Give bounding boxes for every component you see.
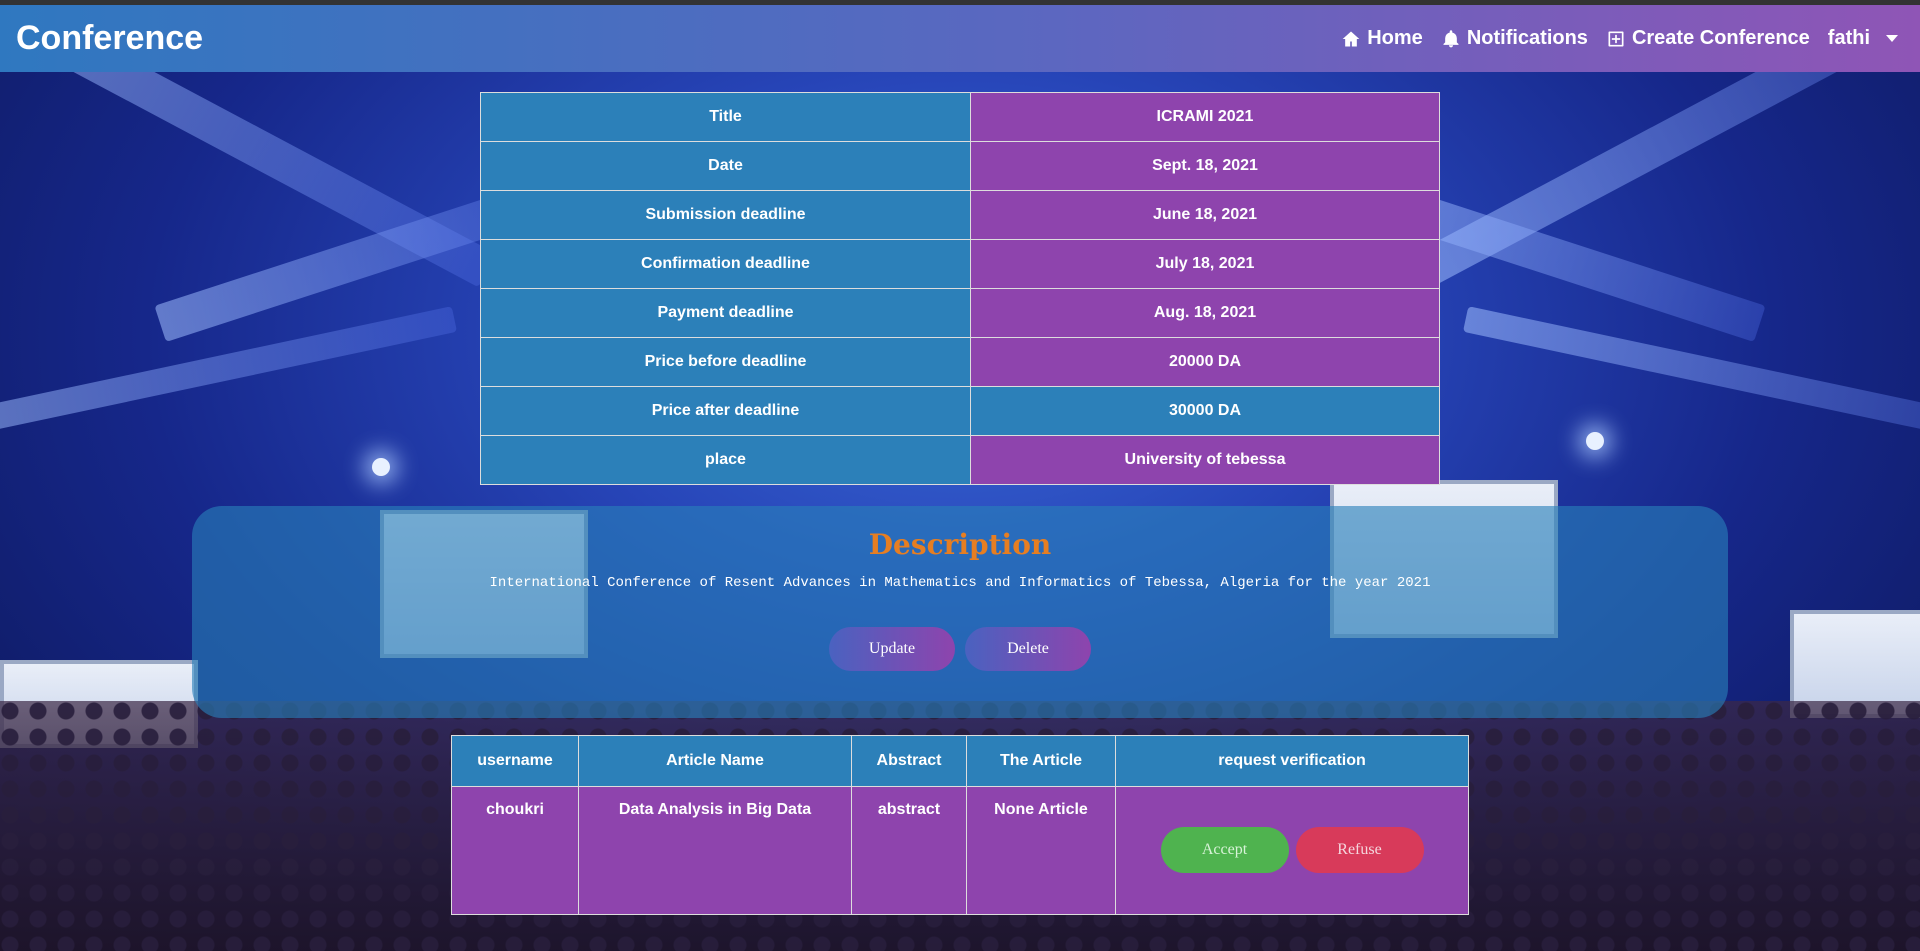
details-row-payment-deadline: Payment deadline Aug. 18, 2021 (480, 288, 1440, 338)
details-row-confirmation-deadline: Confirmation deadline July 18, 2021 (480, 239, 1440, 289)
details-label: Title (480, 92, 971, 142)
details-label: Payment deadline (480, 288, 971, 338)
update-button[interactable]: Update (829, 627, 955, 671)
details-row-submission-deadline: Submission deadline June 18, 2021 (480, 190, 1440, 240)
details-label: Confirmation deadline (480, 239, 971, 289)
nav-notifications-link[interactable]: Notifications (1441, 27, 1588, 50)
nav-notifications-label: Notifications (1466, 27, 1588, 49)
details-label: Price after deadline (480, 386, 971, 436)
header-the-article: The Article (966, 735, 1116, 787)
details-value: Aug. 18, 2021 (970, 288, 1440, 338)
nav-home-link[interactable]: Home (1341, 27, 1423, 50)
verification-actions: Accept Refuse (1117, 827, 1467, 873)
table-row: choukri Data Analysis in Big Data abstra… (451, 786, 1469, 915)
description-text: International Conference of Resent Advan… (489, 575, 1431, 591)
cell-article-name[interactable]: Data Analysis in Big Data (578, 786, 852, 915)
nav-create-conference-label: Create Conference (1631, 27, 1810, 49)
cell-username: choukri (451, 786, 579, 915)
details-row-place: place University of tebessa (480, 435, 1440, 485)
details-row-date: Date Sept. 18, 2021 (480, 141, 1440, 191)
bell-icon (1443, 29, 1459, 47)
header-username: username (451, 735, 579, 787)
description-actions: Update Delete (192, 627, 1728, 671)
nav-home-label: Home (1367, 27, 1423, 49)
description-panel: Description International Conference of … (192, 506, 1728, 718)
requests-table: username Article Name Abstract The Artic… (451, 735, 1469, 915)
cell-the-article[interactable]: None Article (966, 786, 1116, 915)
nav-create-conference-link[interactable]: Create Conference (1606, 27, 1810, 50)
caret-down-icon (1886, 35, 1898, 42)
header-abstract: Abstract (851, 735, 967, 787)
details-value: 30000 DA (970, 386, 1440, 436)
navbar: Conference Home Notifications Create Con… (0, 0, 1920, 72)
brand-logo[interactable]: Conference (16, 19, 203, 58)
details-value: University of tebessa (970, 435, 1440, 485)
nav-links: Home Notifications Create Conference fat… (1341, 27, 1898, 50)
requests-header-row: username Article Name Abstract The Artic… (451, 735, 1469, 787)
description-title: Description (868, 528, 1052, 561)
details-row-title: Title ICRAMI 2021 (480, 92, 1440, 142)
details-label: Price before deadline (480, 337, 971, 387)
details-value: June 18, 2021 (970, 190, 1440, 240)
home-icon (1342, 31, 1360, 46)
accept-button[interactable]: Accept (1160, 827, 1289, 873)
header-article-name: Article Name (578, 735, 852, 787)
user-dropdown[interactable]: fathi (1828, 27, 1898, 50)
username-label: fathi (1827, 27, 1870, 49)
cell-abstract[interactable]: abstract (851, 786, 967, 915)
details-label: place (480, 435, 971, 485)
details-row-price-before: Price before deadline 20000 DA (480, 337, 1440, 387)
plus-square-icon (1608, 31, 1624, 46)
refuse-button[interactable]: Refuse (1295, 827, 1424, 873)
conference-details-table: Title ICRAMI 2021 Date Sept. 18, 2021 Su… (480, 92, 1440, 485)
details-value: July 18, 2021 (970, 239, 1440, 289)
header-request-verification: request verification (1115, 735, 1469, 787)
delete-button[interactable]: Delete (965, 627, 1091, 671)
details-value: ICRAMI 2021 (970, 92, 1440, 142)
details-label: Submission deadline (480, 190, 971, 240)
details-value: Sept. 18, 2021 (970, 141, 1440, 191)
details-label: Date (480, 141, 971, 191)
details-row-price-after: Price after deadline 30000 DA (480, 386, 1440, 436)
cell-request-verification: Accept Refuse (1115, 786, 1469, 915)
details-value: 20000 DA (970, 337, 1440, 387)
